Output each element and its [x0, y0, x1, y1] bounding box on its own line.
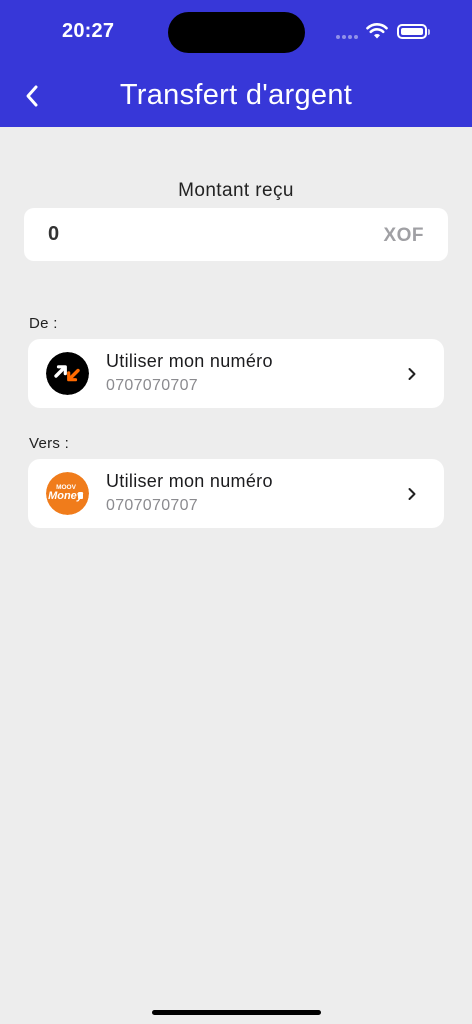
to-label: Vers :: [29, 435, 70, 452]
home-indicator[interactable]: [152, 1010, 321, 1015]
amount-value: 0: [48, 223, 60, 245]
from-account-card[interactable]: Utiliser mon numéro 0707070707: [28, 339, 444, 408]
chevron-right-icon: [408, 368, 416, 380]
from-label: De :: [29, 315, 58, 332]
chevron-right-icon: [408, 488, 416, 500]
currency-label: XOF: [383, 225, 424, 246]
cellular-signal-icon: [336, 35, 358, 39]
page-title: Transfert d'argent: [119, 79, 353, 111]
status-time: 20:27: [62, 20, 115, 42]
to-account-card[interactable]: MOOV Money Utiliser mon numéro 070707070…: [28, 459, 444, 528]
to-title: Utiliser mon numéro: [106, 471, 273, 491]
app-header: 20:27 Transfert d'argent: [0, 0, 472, 127]
dynamic-island: [168, 12, 305, 53]
moov-money-logo: MOOV Money: [46, 472, 89, 515]
amount-input[interactable]: 0 XOF: [24, 208, 448, 261]
battery-icon: [397, 24, 430, 39]
from-number: 0707070707: [106, 377, 198, 394]
from-title: Utiliser mon numéro: [106, 351, 273, 371]
amount-label: Montant reçu: [178, 180, 294, 201]
to-number: 0707070707: [106, 497, 198, 514]
wifi-icon: [366, 23, 388, 39]
orange-money-logo: [46, 352, 89, 395]
